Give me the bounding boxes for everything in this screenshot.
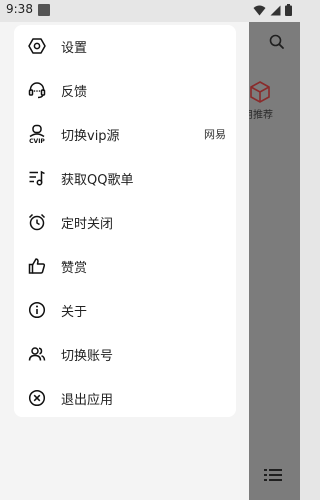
search-icon[interactable]	[268, 33, 286, 51]
menu-item-switch-account[interactable]: 切换账号	[14, 336, 236, 372]
menu-item-label: 反馈	[61, 84, 88, 100]
recommend-category[interactable]: 用推荐	[243, 78, 307, 122]
menu-card: 设置 反馈 CVIP 切换vip源 网易 获取QQ歌单 定时关闭 赞赏 关于 切…	[14, 25, 236, 417]
menu-item-vip-source[interactable]: CVIP 切换vip源 网易	[14, 116, 236, 152]
thumbs-up-icon	[27, 256, 47, 276]
vip-source-value: 网易	[204, 128, 226, 141]
list-menu-icon[interactable]	[264, 467, 282, 483]
menu-item-about[interactable]: 关于	[14, 292, 236, 328]
info-icon	[27, 300, 47, 320]
menu-item-exit[interactable]: 退出应用	[14, 380, 236, 416]
cube-icon	[250, 81, 270, 103]
menu-item-label: 设置	[61, 40, 88, 56]
menu-item-label: 切换vip源	[61, 128, 120, 144]
settings-icon	[27, 36, 47, 56]
menu-item-label: 退出应用	[61, 392, 114, 408]
menu-item-label: 定时关闭	[61, 216, 114, 232]
notification-icon	[38, 4, 50, 16]
menu-item-label: 获取QQ歌单	[61, 172, 134, 188]
headset-icon	[27, 80, 47, 100]
svg-text:CVIP: CVIP	[29, 138, 45, 144]
menu-item-qq-playlist[interactable]: 获取QQ歌单	[14, 160, 236, 196]
menu-item-settings[interactable]: 设置	[14, 28, 236, 64]
menu-item-label: 赞赏	[61, 260, 88, 276]
menu-item-appreciate[interactable]: 赞赏	[14, 248, 236, 284]
menu-item-label: 切换账号	[61, 348, 114, 364]
menu-item-label: 关于	[61, 304, 88, 320]
menu-item-timer[interactable]: 定时关闭	[14, 204, 236, 240]
close-circle-icon	[27, 388, 47, 408]
wifi-icon	[253, 5, 266, 15]
vip-user-icon: CVIP	[27, 124, 47, 144]
signal-icon	[270, 5, 281, 15]
alarm-clock-icon	[27, 212, 47, 232]
menu-item-feedback[interactable]: 反馈	[14, 72, 236, 108]
navigation-drawer: 设置 反馈 CVIP 切换vip源 网易 获取QQ歌单 定时关闭 赞赏 关于 切…	[0, 0, 249, 500]
status-bar: 9:38	[0, 0, 300, 22]
status-time: 9:38	[6, 2, 33, 16]
battery-icon	[285, 4, 292, 16]
music-list-icon	[27, 168, 47, 188]
users-icon	[27, 344, 47, 364]
